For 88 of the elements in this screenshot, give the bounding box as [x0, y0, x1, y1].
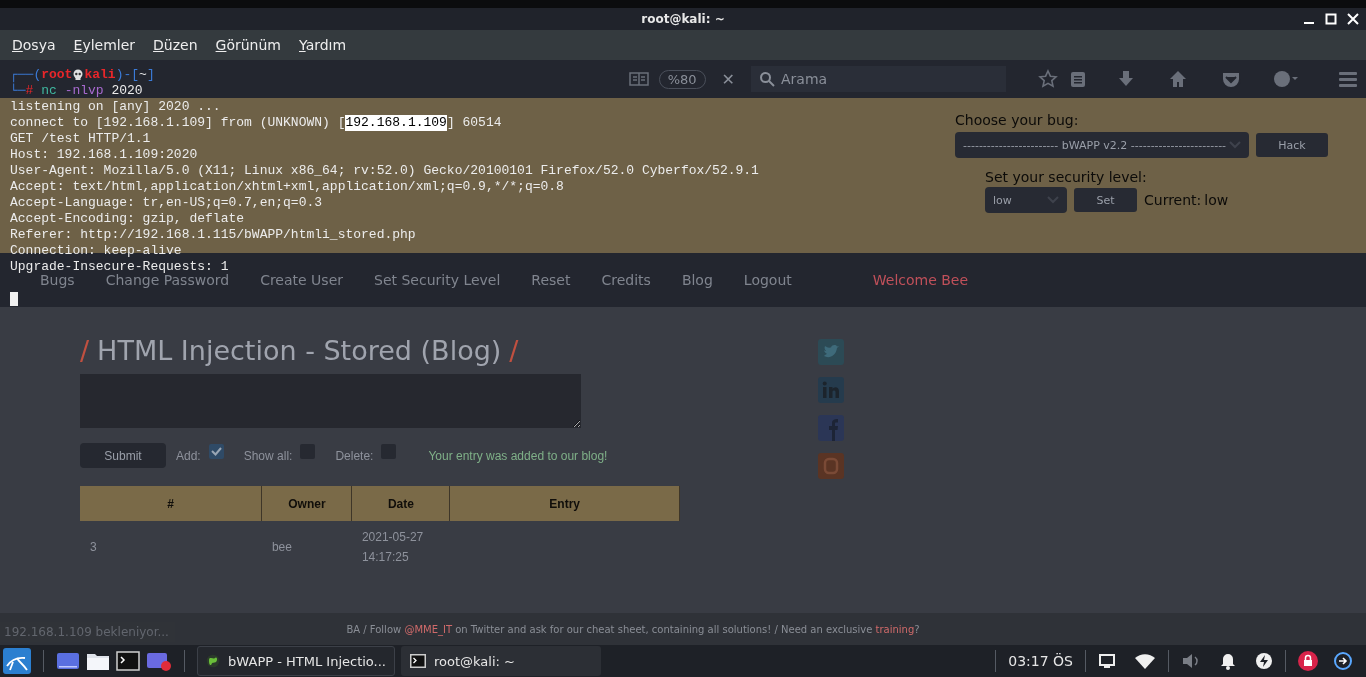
- clipboard-icon[interactable]: [1068, 69, 1088, 89]
- checkbox[interactable]: [208, 444, 224, 459]
- skull-icon: [72, 69, 85, 81]
- terminal-icon[interactable]: [116, 650, 140, 672]
- option-label: Delete:: [335, 448, 374, 463]
- logout-icon[interactable]: [1334, 652, 1352, 670]
- output-line: listening on [any] 2020 ...: [10, 99, 221, 115]
- menu-item[interactable]: Eylemler: [73, 37, 136, 53]
- footer-link[interactable]: @MME_IT: [404, 623, 452, 635]
- bug-select[interactable]: ------------------------ bWAPP v2.2 ------------------------: [955, 132, 1249, 158]
- search-icon: [759, 71, 775, 87]
- desktop-icon[interactable]: [56, 650, 80, 672]
- table-cell: 2021-05-27 14:17:25: [351, 521, 450, 573]
- terminal-icon: [410, 654, 426, 668]
- menu-item[interactable]: Düzen: [153, 37, 198, 53]
- output-line: Upgrade-Insecure-Requests: 1: [10, 259, 229, 274]
- output-line: GET /test HTTP/1.1: [10, 131, 151, 147]
- submit-button[interactable]: Submit: [80, 443, 166, 468]
- wifi-icon[interactable]: [1134, 652, 1156, 670]
- menu-icon[interactable]: [1338, 69, 1358, 89]
- browser-menu-icon[interactable]: [1272, 69, 1300, 89]
- chevron-icon: [1229, 141, 1241, 149]
- output-line: Referer: http://192.168.1.115/bWAPP/htmli_stored.php: [10, 227, 416, 243]
- menu-item[interactable]: Yardım: [299, 37, 347, 53]
- menu-item[interactable]: Görünüm: [215, 37, 281, 53]
- prompt-line: ┌──(root kali)-[~]: [10, 67, 155, 83]
- welcome-text[interactable]: Welcome Bee: [872, 272, 969, 288]
- hack-button[interactable]: Hack: [1256, 133, 1328, 157]
- title-mark: /: [80, 335, 90, 366]
- option-label: Show all:: [243, 448, 293, 463]
- nav-link[interactable]: Create User: [260, 272, 343, 288]
- text-cursor: [10, 292, 18, 306]
- bug-label: Choose your bug:: [955, 112, 1080, 128]
- output-line: Host: 192.168.1.109:2020: [10, 147, 198, 163]
- table-cell: bee: [261, 521, 352, 573]
- lock-icon[interactable]: [1298, 651, 1318, 671]
- table-cell: 3: [80, 521, 262, 573]
- chevron-icon: [1047, 196, 1059, 204]
- column-header: Entry: [449, 486, 680, 521]
- current-label: Current:: [1144, 192, 1202, 208]
- display-icon[interactable]: [1098, 652, 1116, 670]
- column-header: Date: [351, 486, 450, 521]
- nav-link[interactable]: Set Security Level: [374, 272, 501, 288]
- home-icon[interactable]: [1168, 69, 1188, 89]
- volume-icon[interactable]: [1181, 652, 1201, 670]
- menu-item[interactable]: Dosya: [12, 37, 56, 53]
- current-level: low: [1204, 192, 1229, 208]
- column-header: #: [80, 486, 262, 521]
- title-mark: /: [509, 335, 519, 366]
- command-line: └─# nc -nlvp 2020: [10, 83, 143, 99]
- taskbar-button[interactable]: bWAPP - HTML Injectio...: [197, 646, 395, 676]
- power-bolt-icon[interactable]: [1255, 652, 1273, 670]
- status-message: Your entry was added to our blog!: [428, 448, 608, 463]
- nav-link[interactable]: Change Password: [105, 272, 230, 288]
- entry-field[interactable]: [80, 374, 581, 428]
- nav-link[interactable]: Blog: [681, 272, 713, 288]
- check-icon: [210, 447, 222, 456]
- output-line: Accept-Encoding: gzip, deflate: [10, 211, 245, 227]
- window-title: root@kali: ~: [641, 12, 725, 26]
- column-header: Owner: [261, 486, 352, 521]
- output-line: Accept: text/html,application/xhtml+xml,application/xml;q=0.9,*/*;q=0.8: [10, 179, 564, 195]
- bell-icon[interactable]: [1219, 652, 1237, 670]
- page-title: HTML Injection - Stored (Blog): [97, 335, 502, 366]
- reader-view-icon[interactable]: [628, 71, 649, 87]
- nav-link[interactable]: Reset: [531, 272, 571, 288]
- taskbar-button[interactable]: root@kali: ~: [401, 646, 601, 676]
- nav-link[interactable]: Bugs: [40, 272, 75, 288]
- nav-link[interactable]: Credits: [601, 272, 651, 288]
- output-line: User-Agent: Mozilla/5.0 (X11; Linux x86_64; rv:52.0) Gecko/20100101 Firefox/52.0 Cyberfox/52.9.1: [10, 163, 759, 179]
- set-button[interactable]: Set: [1074, 188, 1137, 212]
- footer-link[interactable]: training: [875, 623, 915, 635]
- security-select[interactable]: low: [985, 187, 1067, 213]
- globe-icon: [206, 652, 221, 670]
- output-line: Accept-Language: tr,en-US;q=0.7,en;q=0.3: [10, 195, 323, 211]
- close-icon[interactable]: [1346, 12, 1360, 26]
- nav-link[interactable]: Logout: [743, 272, 792, 288]
- screen-recorder-icon[interactable]: [146, 650, 172, 672]
- search-field[interactable]: Arama: [751, 66, 1006, 92]
- star-icon[interactable]: [1038, 69, 1058, 89]
- option-label: Add:: [176, 448, 201, 463]
- stop-button[interactable]: ✕: [721, 69, 735, 89]
- maximize-icon[interactable]: [1324, 12, 1338, 26]
- security-label: Set your security level:: [985, 169, 1148, 185]
- kali-logo-icon[interactable]: [3, 648, 31, 674]
- clock[interactable]: 03:17 ÖS: [1008, 653, 1073, 669]
- footer-text: BA / Follow @MME_IT on Twitter and ask for our cheat sheet, containing all solutions! / Need an exclusive training?: [346, 623, 920, 635]
- output-line: connect to [192.168.1.109] from (UNKNOWN) [192.168.1.109] 60514: [10, 115, 502, 131]
- output-line: Connection: keep-alive: [10, 243, 182, 259]
